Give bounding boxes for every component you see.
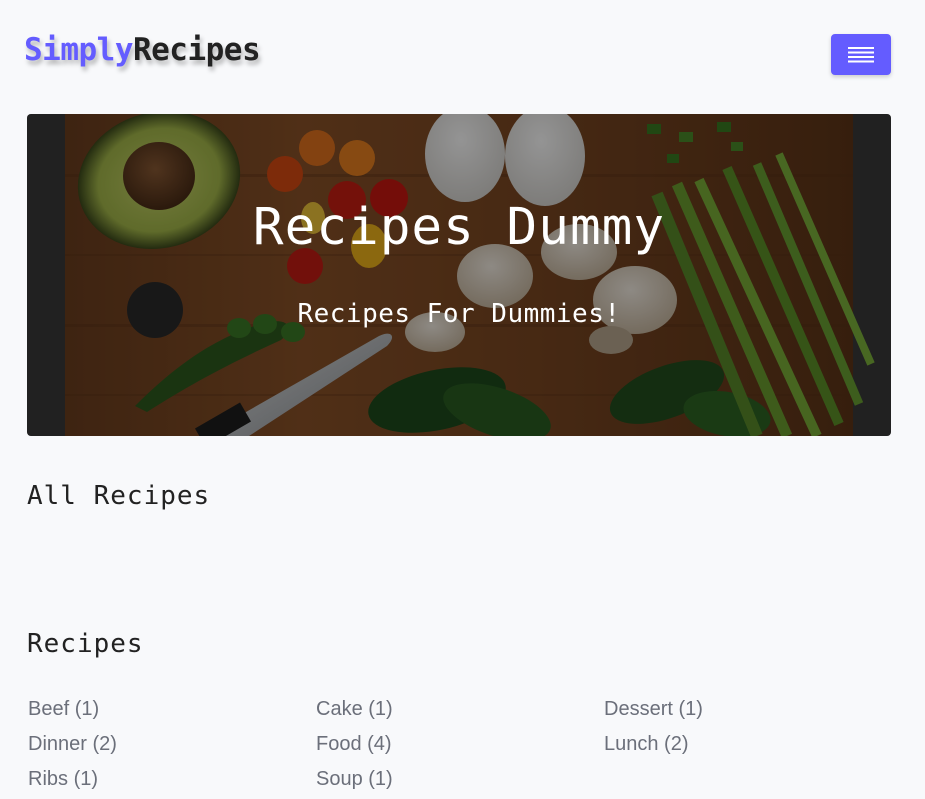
hero-text: Recipes Dummy Recipes For Dummies!: [27, 114, 891, 436]
hero-banner: Recipes Dummy Recipes For Dummies!: [27, 114, 891, 436]
tag-link-cake[interactable]: Cake (1): [316, 694, 604, 729]
tag-link-dinner[interactable]: Dinner (2): [28, 729, 316, 764]
tag-link-beef[interactable]: Beef (1): [28, 694, 316, 729]
logo-part-recipes: Recipes: [132, 32, 261, 68]
tag-link-dessert[interactable]: Dessert (1): [604, 694, 892, 729]
hero-subtitle: Recipes For Dummies!: [297, 299, 621, 329]
recipes-heading: Recipes: [27, 629, 144, 659]
tag-link-soup[interactable]: Soup (1): [316, 764, 604, 799]
logo-part-simply: Simply: [24, 32, 133, 68]
tag-link-food[interactable]: Food (4): [316, 729, 604, 764]
recipe-tags-list: Beef (1) Cake (1) Dessert (1) Dinner (2)…: [28, 694, 892, 799]
tag-link-ribs[interactable]: Ribs (1): [28, 764, 316, 799]
all-recipes-heading: All Recipes: [27, 481, 211, 511]
site-logo[interactable]: SimplyRecipes: [24, 28, 261, 72]
menu-toggle-button[interactable]: [831, 34, 891, 75]
tag-link-lunch[interactable]: Lunch (2): [604, 729, 892, 764]
hero-title: Recipes Dummy: [252, 198, 666, 257]
hamburger-menu-icon: [848, 46, 874, 62]
navbar: SimplyRecipes: [0, 0, 925, 100]
